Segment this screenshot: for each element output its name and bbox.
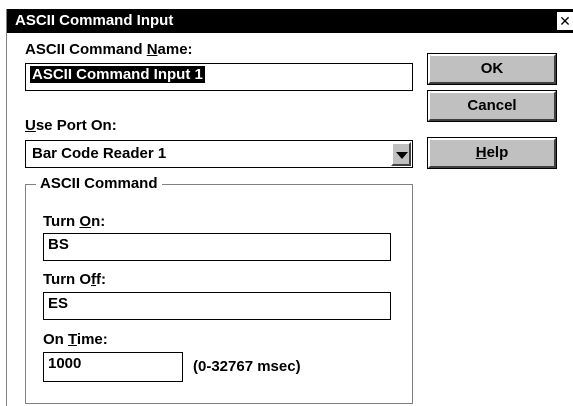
- use-port-label: Use Port On:: [25, 117, 117, 134]
- port-select[interactable]: Bar Code Reader 1: [25, 140, 413, 168]
- turn-off-value: ES: [48, 295, 69, 312]
- turn-off-label: Turn Off:: [43, 271, 107, 288]
- close-button[interactable]: ✕: [556, 11, 573, 31]
- ascii-command-input-dialog: ASCII Command Input ✕ ASCII Command Name…: [6, 9, 573, 406]
- on-time-label: On Time:: [43, 331, 108, 348]
- turn-on-input[interactable]: BS: [43, 233, 391, 261]
- turn-on-value: BS: [48, 236, 69, 253]
- port-selected-value: Bar Code Reader 1: [32, 145, 167, 162]
- command-name-label: ASCII Command Name:: [25, 41, 193, 58]
- turn-off-input[interactable]: ES: [43, 292, 391, 320]
- window-title: ASCII Command Input: [15, 12, 174, 29]
- command-name-value: ASCII Command Input 1: [30, 66, 205, 83]
- on-time-input[interactable]: 1000: [43, 352, 183, 382]
- cancel-button[interactable]: Cancel: [428, 91, 556, 121]
- help-button[interactable]: Help: [428, 138, 556, 168]
- close-icon: ✕: [559, 13, 571, 29]
- on-time-range-hint: (0-32767 msec): [193, 358, 301, 375]
- title-bar[interactable]: ASCII Command Input ✕: [7, 9, 573, 33]
- ascii-command-group-title: ASCII Command: [36, 175, 162, 193]
- on-time-value: 1000: [48, 355, 82, 372]
- command-name-input[interactable]: ASCII Command Input 1: [25, 63, 413, 91]
- turn-on-label: Turn On:: [43, 213, 106, 230]
- dropdown-button[interactable]: [391, 142, 411, 166]
- chevron-down-icon: [396, 152, 408, 159]
- ok-button[interactable]: OK: [428, 54, 556, 84]
